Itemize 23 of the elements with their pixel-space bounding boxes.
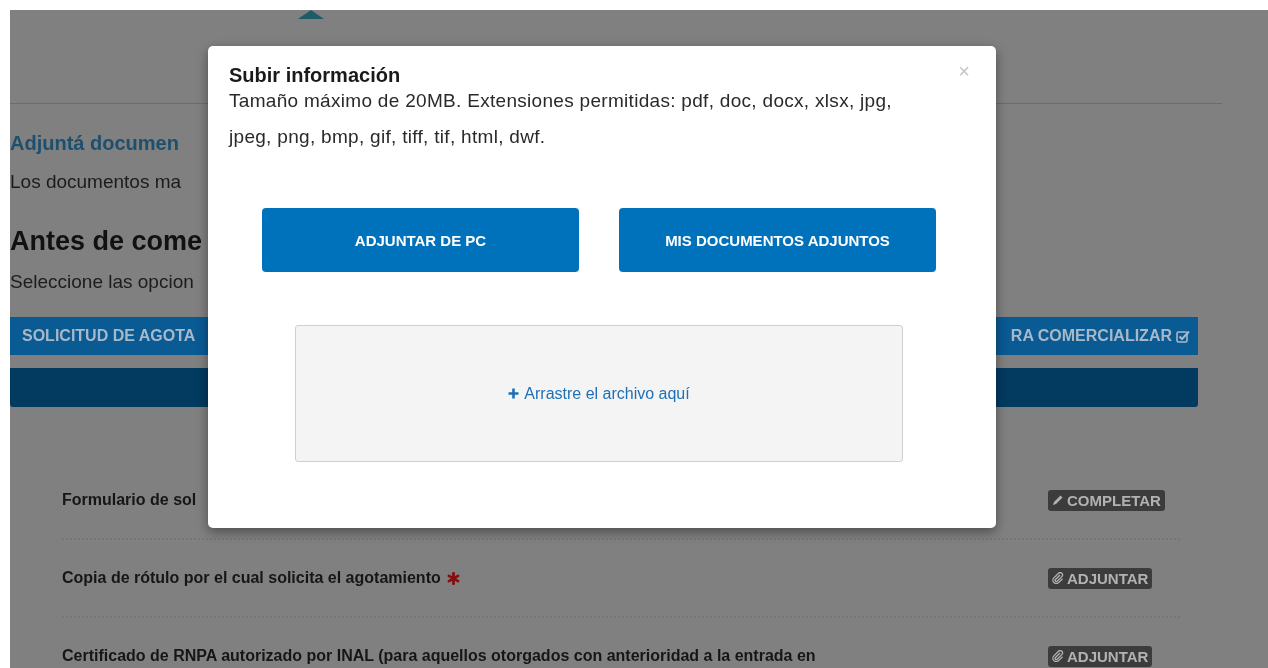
triangle-icon xyxy=(298,10,324,19)
attach-button[interactable]: ADJUNTAR xyxy=(1048,645,1153,667)
drop-zone-label: Arrastre el archivo aquí xyxy=(508,384,690,403)
pencil-icon xyxy=(1052,494,1064,506)
dialog-description: Tamaño máximo de 20MB. Extensiones permitidas: pdf, doc, docx, xlsx, jpg, jpeg, png, bmp, gif, tiff, tif, html, dwf. xyxy=(229,89,893,149)
complete-button[interactable]: COMPLETAR xyxy=(1048,489,1165,511)
intro-text: Los documentos ma xyxy=(10,171,182,193)
section-heading: Adjuntá documen xyxy=(10,131,179,155)
dialog-title: Subir información xyxy=(229,64,401,87)
upload-option-button[interactable]: MIS DOCUMENTOS ADJUNTOS xyxy=(619,208,936,272)
tab[interactable]: SOLICITUD DE AGOTA xyxy=(22,327,196,345)
plus-icon xyxy=(508,388,520,399)
section-title: Antes de come xyxy=(10,226,203,257)
tab[interactable]: RA COMERCIALIZAR xyxy=(1010,327,1190,345)
paperclip-icon xyxy=(1052,650,1064,662)
document-name: Formulario de sol xyxy=(62,491,197,509)
document-name: Copia de rótulo por el cual solicita el agotamiento xyxy=(62,569,441,587)
drop-zone[interactable]: Arrastre el archivo aquí xyxy=(295,325,903,462)
upload-option-button[interactable]: ADJUNTAR DE PC xyxy=(262,208,579,272)
paperclip-icon xyxy=(1052,572,1064,584)
instruction-text: Seleccione las opcion xyxy=(10,270,194,293)
document-name: Certificado de RNPA autorizado por INAL (para aquellos otorgados con anterioridad a la entrada en xyxy=(62,647,816,665)
attach-button[interactable]: ADJUNTAR xyxy=(1048,567,1153,589)
